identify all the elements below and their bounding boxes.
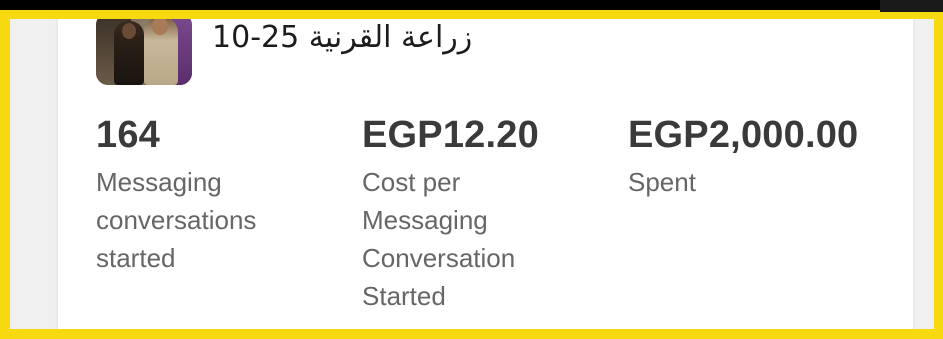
- campaign-title: زراعة القرنية 25-10: [212, 20, 473, 55]
- metric-value: EGP12.20: [362, 114, 539, 156]
- metric-label: Cost per Messaging Conversation Started: [362, 167, 516, 311]
- metric-label: Spent: [628, 167, 696, 197]
- metric-label: Messaging conversations started: [96, 167, 257, 273]
- metric-value: EGP2,000.00: [628, 114, 859, 156]
- metric-value: 164: [96, 114, 161, 156]
- campaign-thumbnail: [96, 19, 192, 85]
- metric-conversations: 164 Messaging conversations started: [96, 111, 316, 277]
- frame-corner: [880, 0, 943, 12]
- campaign-card[interactable]: زراعة القرنية 25-10 164 Messaging conver…: [10, 19, 934, 329]
- campaign-card-body: زراعة القرنية 25-10 164 Messaging conver…: [58, 19, 913, 329]
- metric-spent: EGP2,000.00 Spent: [628, 111, 888, 201]
- metric-cost-per-conversation: EGP12.20 Cost per Messaging Conversation…: [362, 111, 592, 315]
